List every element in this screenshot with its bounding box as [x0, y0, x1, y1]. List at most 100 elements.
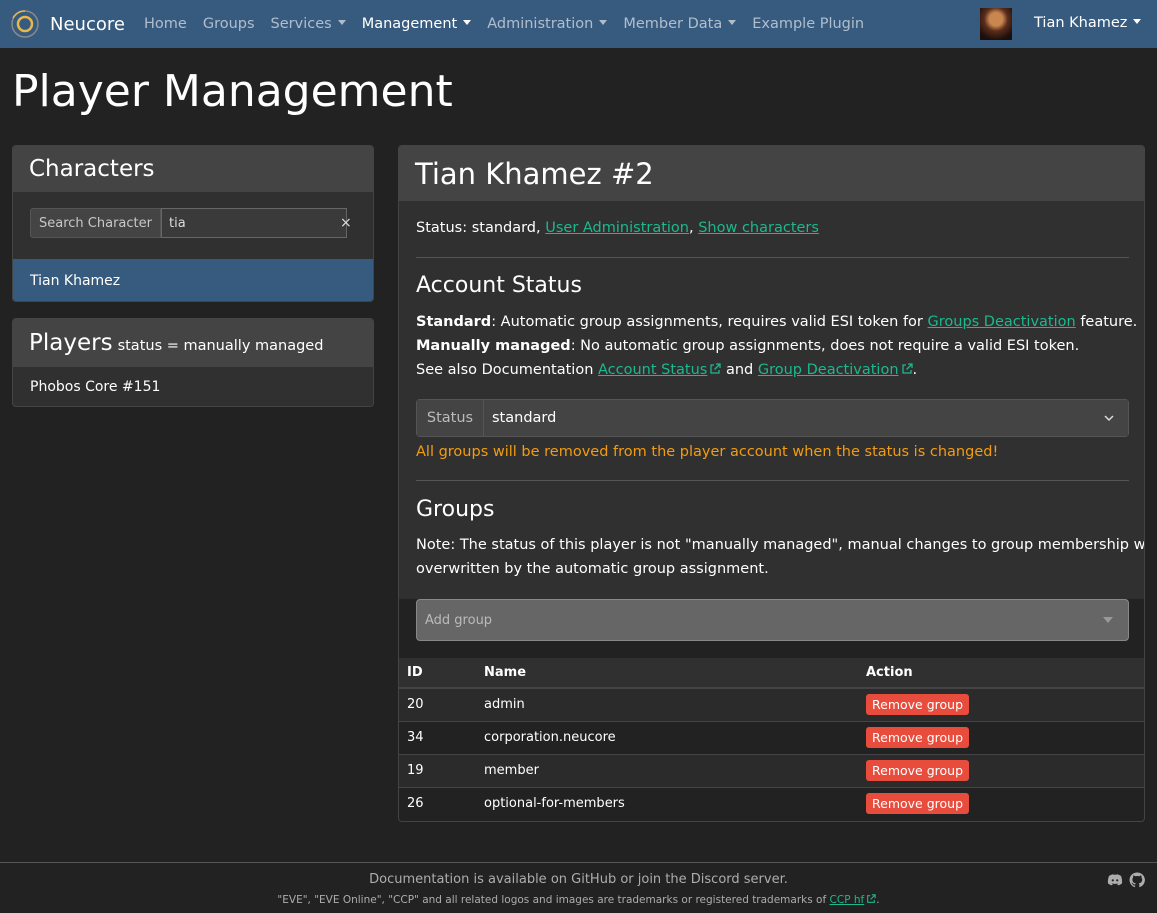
column-header-name: Name [476, 658, 858, 689]
players-subtitle: status = manually managed [117, 337, 324, 354]
status-value-text: standard [492, 410, 557, 426]
remove-group-button[interactable]: Remove group [866, 793, 970, 815]
remove-group-button[interactable]: Remove group [866, 760, 970, 781]
ccp-link[interactable]: CCP hf [830, 894, 877, 906]
divider [416, 480, 1129, 481]
manual-description: Manually managed: No automatic group ass… [416, 338, 1079, 354]
doc-link1-text: Account Status [598, 362, 708, 378]
show-characters-link[interactable]: Show characters [698, 220, 819, 236]
character-result-item[interactable]: Tian Khamez [13, 259, 373, 301]
divider [416, 257, 1129, 258]
search-character-input[interactable]: tia [160, 208, 347, 238]
group-action: Remove group [858, 786, 1144, 820]
brand[interactable]: Neucore [10, 9, 125, 39]
status-select-label: Status [416, 399, 484, 437]
nav-example-plugin[interactable]: Example Plugin [752, 16, 864, 32]
players-title: Players [29, 329, 113, 356]
nav-services[interactable]: Services [271, 16, 346, 32]
nav-management[interactable]: Management [362, 16, 472, 32]
github-icon[interactable] [1129, 872, 1145, 888]
group-id: 20 [399, 687, 476, 721]
search-clear-button[interactable]: × [340, 215, 352, 231]
brand-name: Neucore [50, 13, 125, 35]
doc-link2-text: Group Deactivation [757, 362, 899, 378]
navbar: Neucore Home Groups Services Management … [0, 0, 1157, 48]
status-select-value[interactable]: standard [484, 399, 1129, 437]
nav-member-data[interactable]: Member Data [623, 16, 737, 32]
nav-home[interactable]: Home [144, 16, 187, 32]
groups-deactivation-link[interactable]: Groups Deactivation [928, 314, 1076, 330]
nav-groups[interactable]: Groups [203, 16, 255, 32]
footer-documentation-text: Documentation is available on GitHub or … [369, 872, 788, 887]
external-link-icon [901, 363, 913, 374]
table-header-row: ID Name Action [399, 658, 1144, 689]
avatar[interactable] [980, 8, 1012, 40]
user-menu[interactable]: Tian Khamez [1034, 15, 1142, 31]
group-action: Remove group [858, 720, 1144, 754]
characters-card-header: Characters [13, 146, 373, 192]
players-card: Players status = manually managed Phobos… [12, 318, 374, 407]
footer: Documentation is available on GitHub or … [0, 862, 1157, 913]
players-card-header: Players status = manually managed [13, 319, 373, 366]
standard-text: : Automatic group assignments, requires … [491, 314, 923, 330]
discord-icon[interactable] [1107, 872, 1123, 888]
table-row: 26 optional-for-members Remove group [399, 786, 1144, 820]
groups-note-line1: Note: The status of this player is not "… [416, 537, 1145, 553]
caret-down-icon [599, 20, 608, 25]
groups-section: Add group ID Name Action 20 admin Remove… [399, 599, 1144, 821]
group-id: 34 [399, 720, 476, 754]
footer-trademark-text: "EVE", "EVE Online", "CCP" and all relat… [0, 894, 1157, 906]
neucore-logo-icon [11, 10, 39, 38]
external-link-icon [867, 894, 876, 903]
external-link-icon [710, 363, 722, 374]
group-name: corporation.neucore [476, 720, 858, 754]
status-select[interactable]: Status standard [416, 399, 1129, 437]
status-change-warning: All groups will be removed from the play… [416, 444, 999, 460]
page-title: Player Management [12, 66, 453, 117]
groups-note-line2: overwritten by the automatic group assig… [416, 561, 769, 577]
nav-administration-label: Administration [487, 16, 594, 32]
player-list-item[interactable]: Phobos Core #151 [13, 366, 373, 406]
characters-card: Characters Search Character tia × Tian K… [12, 145, 374, 302]
trademark-text: "EVE", "EVE Online", "CCP" and all relat… [277, 894, 827, 906]
doc-account-status-link[interactable]: Account Status [598, 362, 722, 378]
standard-description: Standard: Automatic group assignments, r… [416, 314, 1137, 330]
chevron-down-icon [1104, 415, 1114, 422]
column-header-id: ID [399, 658, 476, 689]
caret-down-icon [463, 20, 472, 25]
nav-administration[interactable]: Administration [487, 16, 608, 32]
caret-down-icon [1103, 617, 1113, 623]
nav-home-label: Home [144, 16, 187, 32]
footer-icons [1107, 872, 1145, 888]
status-prefix: Status: standard, [416, 220, 541, 236]
group-name: member [476, 753, 858, 787]
player-detail-card: Tian Khamez #2 Status: standard, User Ad… [398, 145, 1145, 822]
doc-group-deactivation-link[interactable]: Group Deactivation [758, 362, 913, 378]
player-status-line: Status: standard, User Administration, S… [416, 220, 819, 236]
table-row: 34 corporation.neucore Remove group [399, 720, 1144, 754]
group-id: 26 [399, 786, 476, 820]
see-also-line: See also Documentation Account Status an… [416, 362, 917, 378]
see-also-text: See also Documentation [416, 362, 594, 378]
nav-services-label: Services [270, 16, 332, 32]
standard-end: feature. [1080, 314, 1138, 330]
table-row: 19 member Remove group [399, 753, 1144, 787]
characters-title: Characters [29, 156, 155, 182]
main-nav: Home Groups Services Management Administ… [144, 0, 880, 48]
player-detail-header: Tian Khamez #2 [399, 146, 1144, 201]
groups-title: Groups [416, 497, 495, 522]
trademark-end: . [876, 894, 880, 906]
add-group-select[interactable]: Add group [416, 599, 1129, 641]
period: . [912, 362, 918, 378]
manual-bold: Manually managed [416, 338, 571, 354]
account-status-title: Account Status [416, 273, 582, 298]
manual-text: : No automatic group assignments, does n… [570, 338, 1080, 354]
remove-group-button[interactable]: Remove group [866, 694, 970, 716]
group-action: Remove group [858, 687, 1144, 721]
group-name: admin [476, 687, 858, 721]
nav-example-plugin-label: Example Plugin [752, 16, 865, 32]
user-administration-link[interactable]: User Administration [545, 220, 689, 236]
remove-group-button[interactable]: Remove group [866, 727, 970, 748]
caret-down-icon [728, 20, 737, 25]
search-character-label: Search Character [30, 208, 161, 238]
